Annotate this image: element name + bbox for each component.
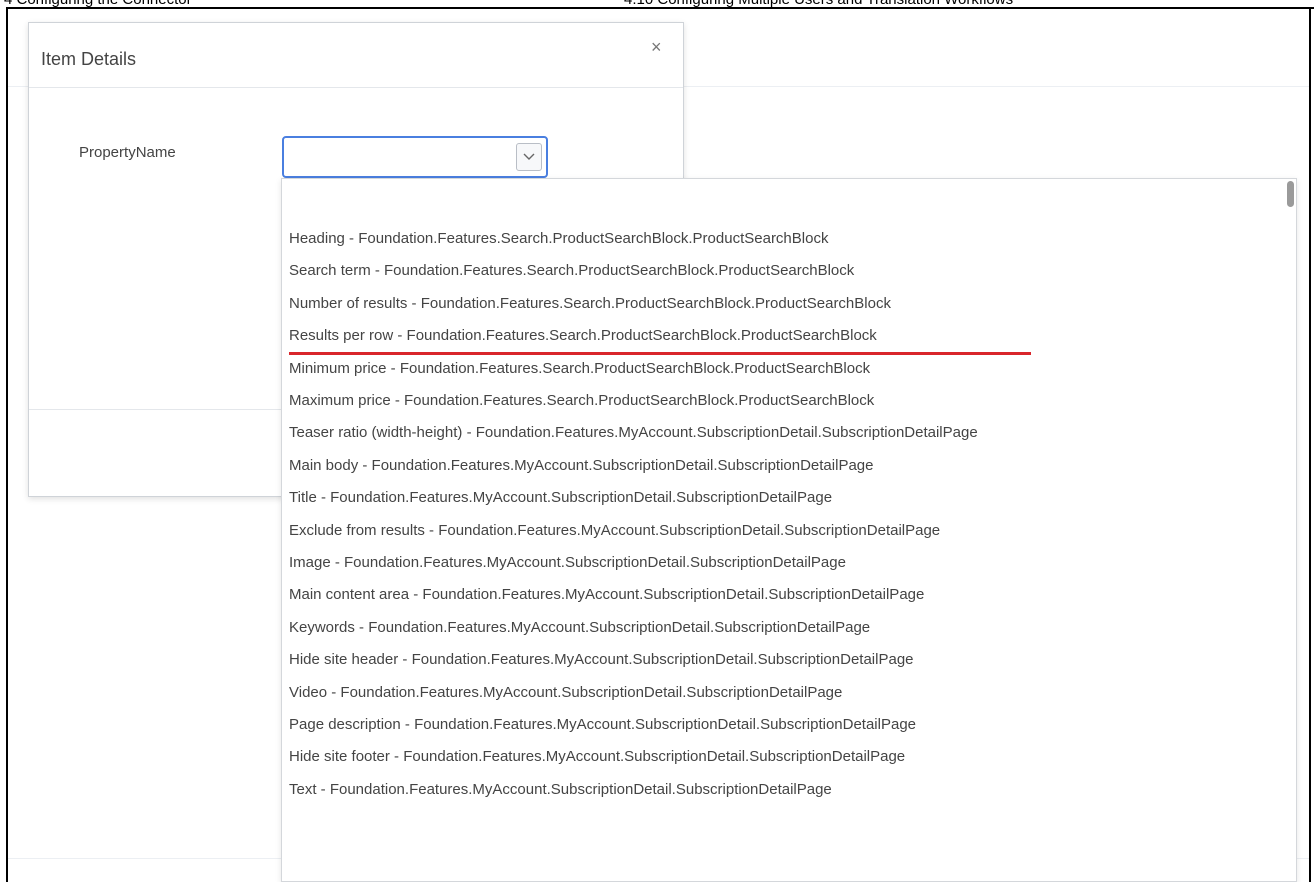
dropdown-option[interactable]: Image - Foundation.Features.MyAccount.Su… xyxy=(289,554,846,571)
dropdown-option[interactable]: Hide site footer - Foundation.Features.M… xyxy=(289,748,905,765)
dialog-header-divider xyxy=(29,87,683,88)
chevron-down-icon xyxy=(523,153,535,160)
highlight-underline xyxy=(289,352,1031,355)
dropdown-option[interactable]: Keywords - Foundation.Features.MyAccount… xyxy=(289,619,870,636)
close-icon[interactable]: × xyxy=(651,37,662,58)
screenshot-frame-right xyxy=(1309,7,1311,882)
dropdown-option[interactable]: Video - Foundation.Features.MyAccount.Su… xyxy=(289,684,842,701)
screenshot-frame-top xyxy=(6,7,1314,9)
scrollbar-thumb[interactable] xyxy=(1287,181,1294,207)
dropdown-option[interactable]: Main content area - Foundation.Features.… xyxy=(289,586,924,603)
screenshot-frame-left xyxy=(6,7,8,882)
dropdown-option[interactable]: Title - Foundation.Features.MyAccount.Su… xyxy=(289,489,832,506)
dialog-title: Item Details xyxy=(41,49,137,69)
dropdown-option[interactable]: Maximum price - Foundation.Features.Sear… xyxy=(289,392,874,409)
property-name-label: PropertyName xyxy=(79,144,176,161)
dropdown-option[interactable]: Hide site header - Foundation.Features.M… xyxy=(289,651,914,668)
dropdown-option[interactable]: Text - Foundation.Features.MyAccount.Sub… xyxy=(289,781,832,798)
dropdown-option[interactable]: Main body - Foundation.Features.MyAccoun… xyxy=(289,457,873,474)
dropdown-option[interactable]: Exclude from results - Foundation.Featur… xyxy=(289,522,940,539)
dropdown-toggle-button[interactable] xyxy=(516,143,542,171)
dropdown-option[interactable]: Minimum price - Foundation.Features.Sear… xyxy=(289,360,870,377)
dropdown-option[interactable]: Teaser ratio (width-height) - Foundation… xyxy=(289,424,978,441)
dropdown-option[interactable]: Page description - Foundation.Features.M… xyxy=(289,716,916,733)
dropdown-option[interactable]: Heading - Foundation.Features.Search.Pro… xyxy=(289,230,828,247)
dropdown-option[interactable]: Search term - Foundation.Features.Search… xyxy=(289,262,854,279)
property-name-select[interactable] xyxy=(282,136,548,178)
dropdown-option[interactable]: Results per row - Foundation.Features.Se… xyxy=(289,327,877,344)
property-name-options[interactable]: Heading - Foundation.Features.Search.Pro… xyxy=(281,178,1297,882)
dropdown-option[interactable]: Number of results - Foundation.Features.… xyxy=(289,295,891,312)
